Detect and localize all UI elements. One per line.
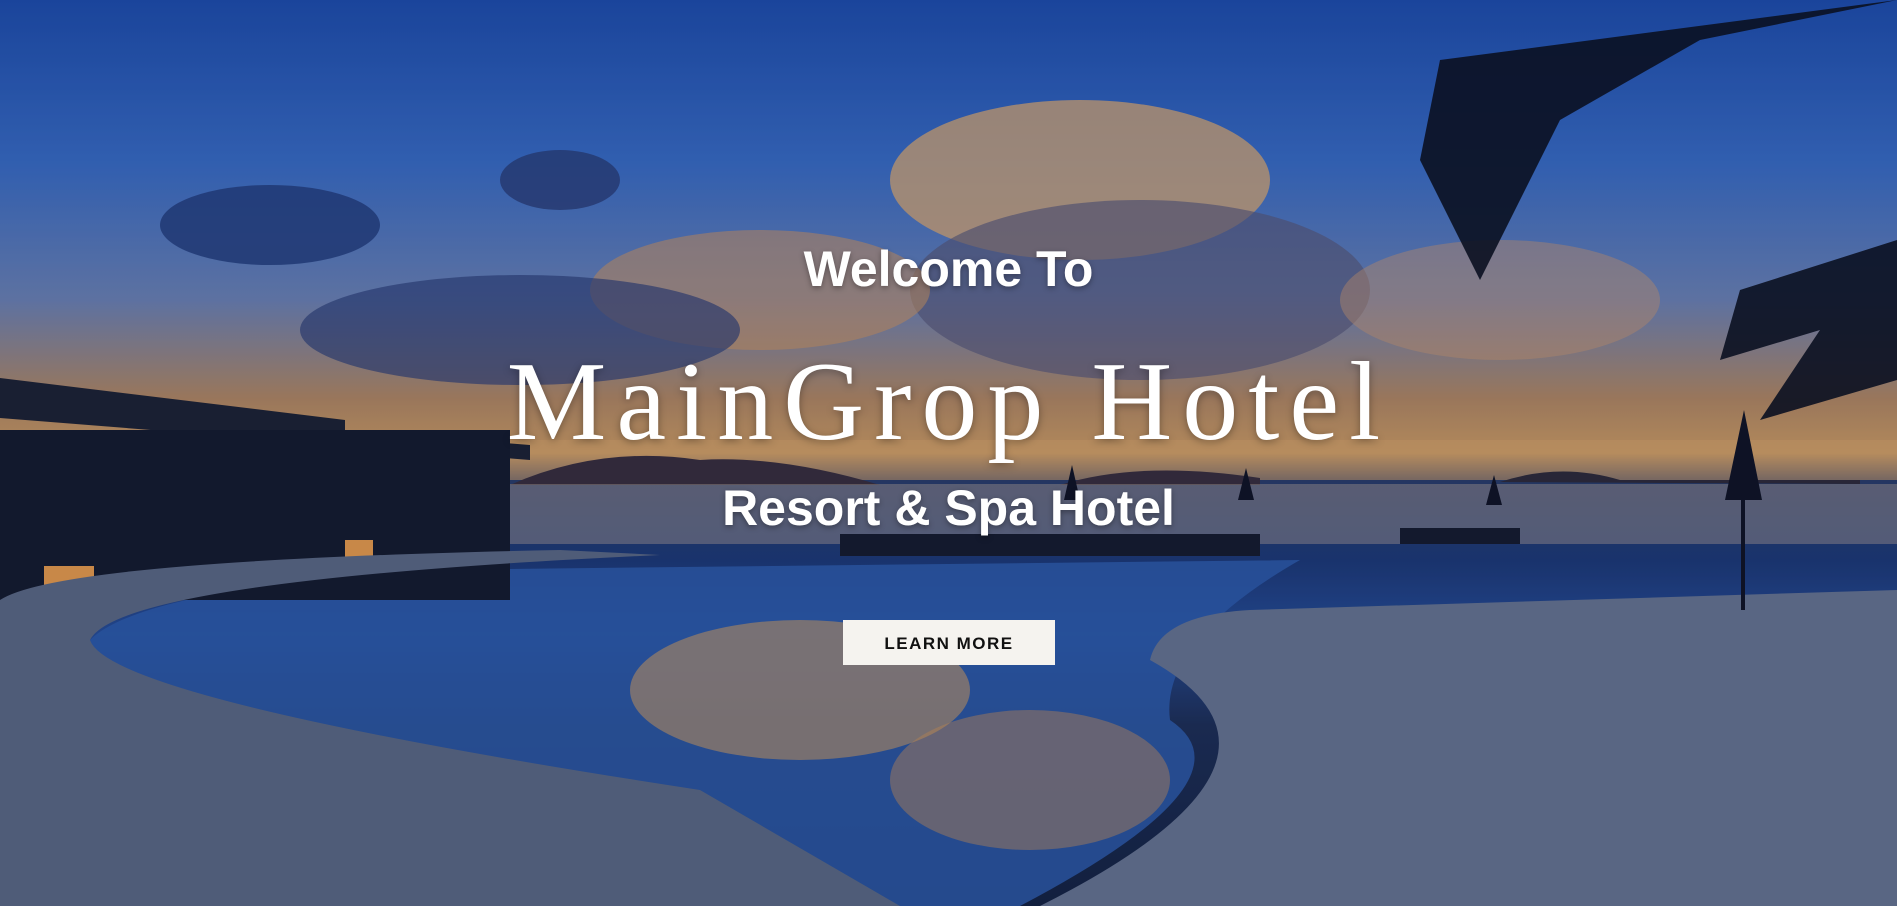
welcome-heading: Welcome To bbox=[803, 241, 1094, 297]
tagline-heading: Resort & Spa Hotel bbox=[722, 480, 1175, 536]
learn-more-button[interactable]: LEARN MORE bbox=[843, 620, 1055, 665]
hotel-name-title: MainGrop Hotel bbox=[506, 340, 1391, 464]
hero-content: Welcome To MainGrop Hotel Resort & Spa H… bbox=[0, 0, 1897, 906]
hero-section: Welcome To MainGrop Hotel Resort & Spa H… bbox=[0, 0, 1897, 906]
